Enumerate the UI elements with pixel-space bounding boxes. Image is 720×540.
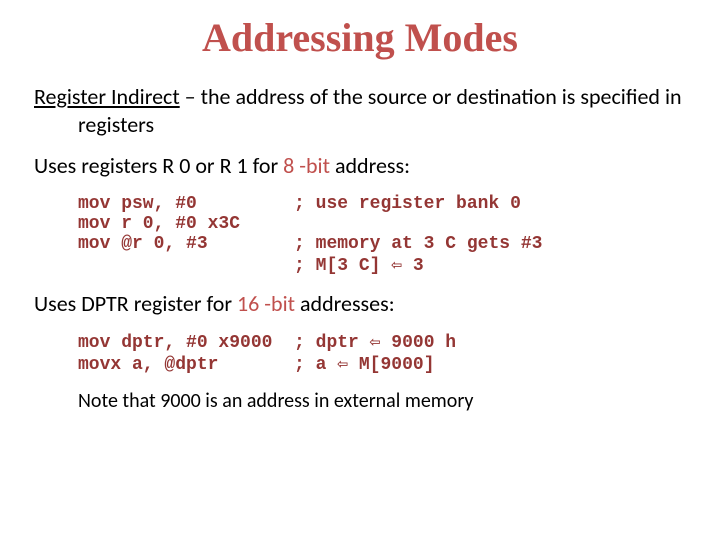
dash: – — [180, 83, 201, 110]
code-block-16bit: mov dptr, #0 x9000 ; dptr ⇦ 9000 h movx … — [78, 331, 686, 375]
sixteen-bit-label: 16 -bit — [237, 290, 295, 317]
slide-title: Addressing Modes — [34, 14, 686, 61]
definition-paragraph: Register Indirect – the address of the s… — [34, 83, 686, 138]
uses-16bit-line: Uses DPTR register for 16 -bit addresses… — [34, 290, 686, 318]
footnote: Note that 9000 is an address in external… — [78, 389, 686, 413]
mode-name: Register Indirect — [34, 83, 180, 110]
eight-bit-label: 8 -bit — [283, 152, 330, 179]
code-block-8bit: mov psw, #0 ; use register bank 0 mov r … — [78, 194, 686, 276]
uses-16bit-suffix: addresses: — [295, 290, 395, 317]
uses-16bit-prefix: Uses DPTR register for — [34, 290, 237, 317]
uses-8bit-line: Uses registers R 0 or R 1 for 8 -bit add… — [34, 152, 686, 180]
uses-8bit-suffix: address: — [330, 152, 410, 179]
uses-8bit-prefix: Uses registers R 0 or R 1 for — [34, 152, 283, 179]
slide: Addressing Modes Register Indirect – the… — [0, 0, 720, 540]
